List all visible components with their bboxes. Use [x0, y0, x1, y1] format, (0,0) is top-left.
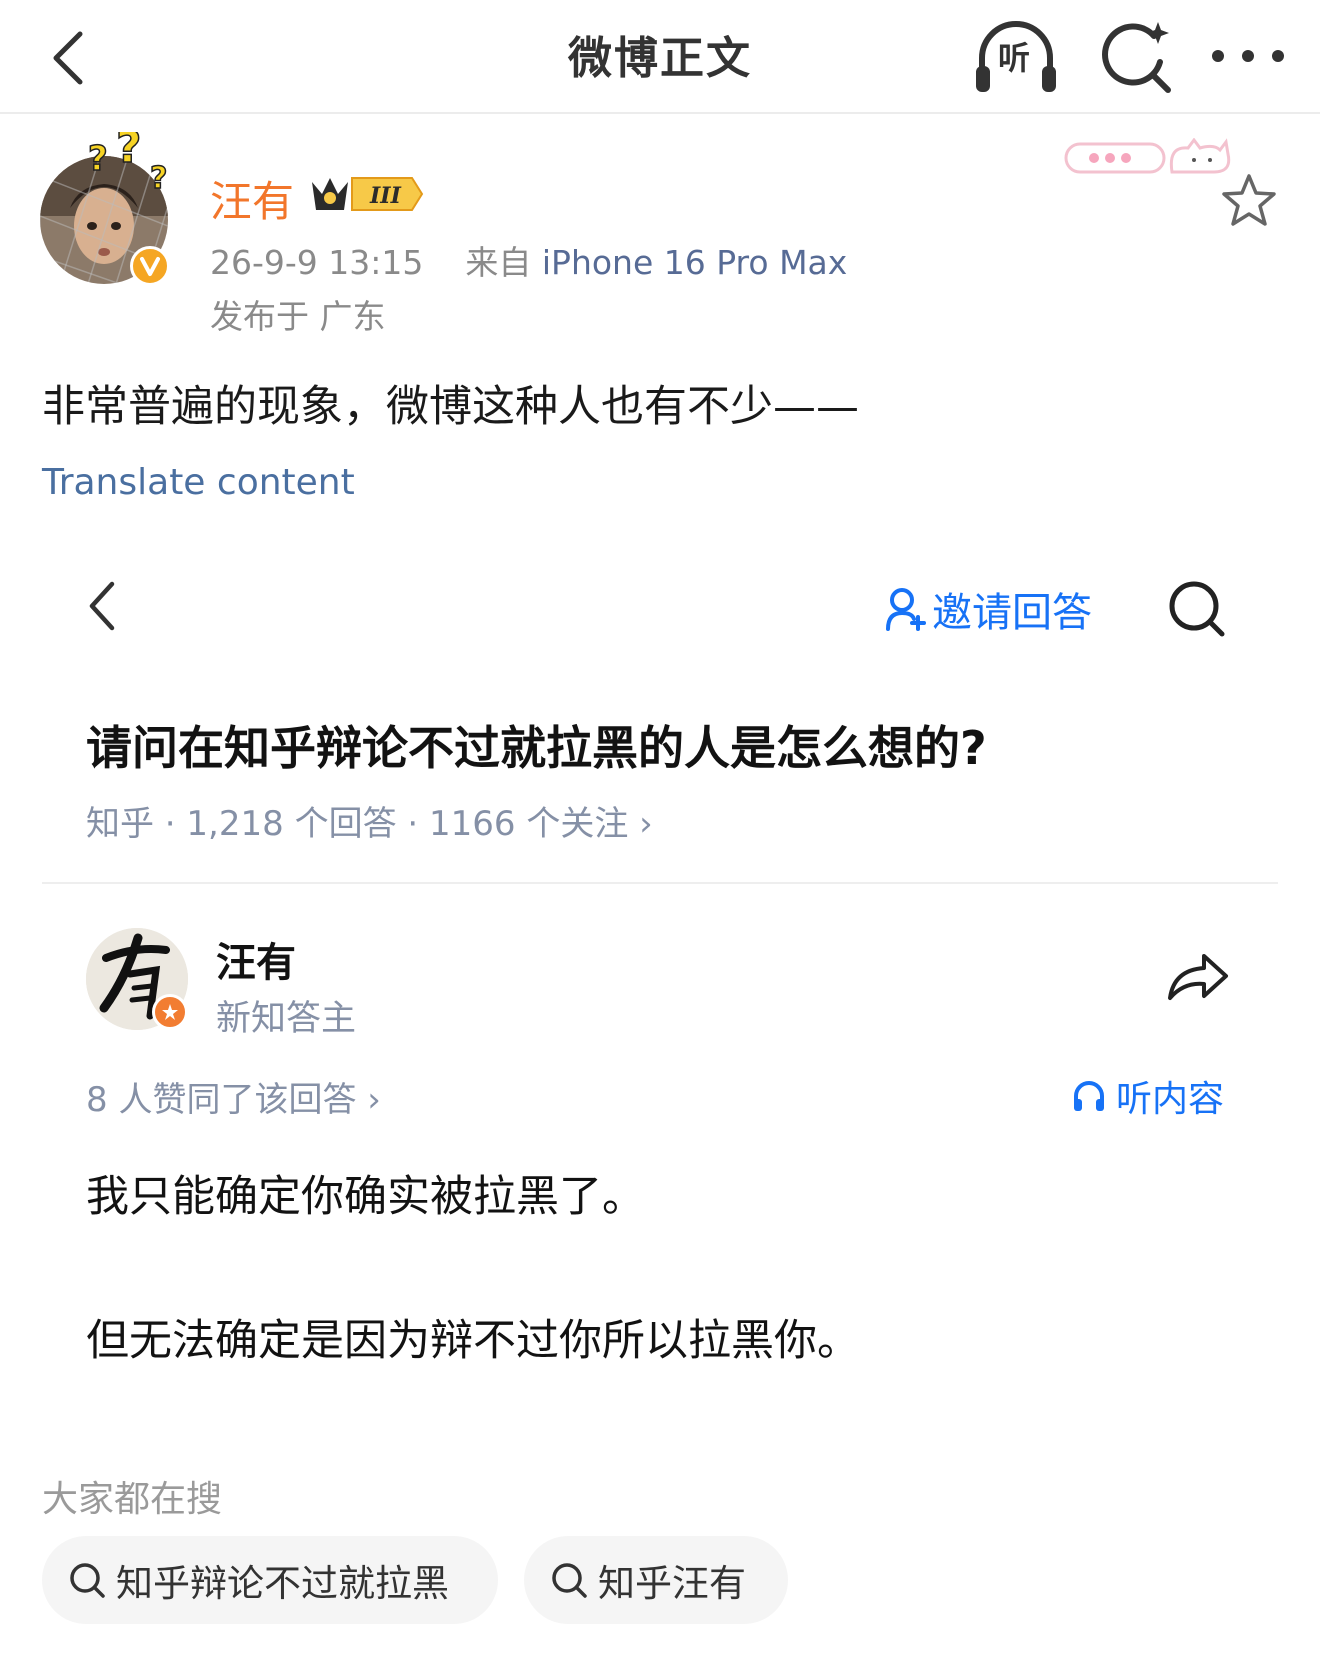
- invite-answer-label: 邀请回答: [932, 590, 1092, 636]
- embed-search-icon: [1169, 581, 1225, 637]
- headphones-icon: [1074, 1081, 1104, 1111]
- embed-answerer-name: 汪有: [216, 940, 296, 986]
- vip-level-text: III: [369, 183, 402, 209]
- author-avatar-block: ? ? ?: [40, 132, 180, 288]
- favorite-star-icon[interactable]: [1220, 172, 1278, 230]
- top-nav-bar: 微博正文 听: [0, 0, 1320, 114]
- listen-label: 听: [998, 39, 1031, 77]
- svg-text:?: ?: [88, 139, 108, 179]
- verified-v-icon: [130, 246, 170, 286]
- author-name[interactable]: 汪有: [210, 168, 294, 229]
- post-source-device[interactable]: iPhone 16 Pro Max: [542, 243, 847, 282]
- svg-text:?: ?: [116, 132, 142, 173]
- post-text: 非常普遍的现象，微博这种人也有不少——: [42, 382, 859, 432]
- embed-invite-answer: 邀请回答: [886, 584, 1092, 636]
- search-icon: [70, 1563, 105, 1598]
- post-meta: 26-9-9 13:15 来自 iPhone 16 Pro Max: [210, 236, 847, 284]
- trending-chip-label: 知乎辩论不过就拉黑: [116, 1562, 449, 1605]
- listen-content-label: 听内容: [1116, 1079, 1225, 1120]
- trending-search-chip[interactable]: 知乎汪有: [524, 1536, 788, 1624]
- svg-text:?: ?: [150, 161, 167, 196]
- embed-divider: [42, 882, 1278, 884]
- embed-question-meta: 知乎 · 1,218 个回答 · 1166 个关注 ›: [86, 804, 653, 844]
- post-timestamp: 26-9-9 13:15: [210, 243, 424, 282]
- search-icon[interactable]: [1092, 14, 1178, 100]
- embed-answerer-title: 新知答主: [216, 999, 357, 1039]
- question-marks-decoration-icon: ? ? ?: [87, 132, 168, 196]
- trending-chip-label: 知乎汪有: [598, 1562, 746, 1605]
- embed-vote-count: 8 人赞同了该回答 ›: [86, 1080, 381, 1120]
- post-location: 发布于 广东: [210, 297, 386, 336]
- trending-search-chip[interactable]: 知乎辩论不过就拉黑: [42, 1536, 498, 1624]
- share-arrow-icon: [1168, 954, 1228, 1000]
- sticker-decoration-icon: [1064, 138, 1231, 174]
- translate-link[interactable]: Translate content: [42, 462, 355, 503]
- source-prefix: 来自: [465, 243, 532, 282]
- embed-question-title: 请问在知乎辩论不过就拉黑的人是怎么想的?: [86, 721, 987, 775]
- more-options-icon[interactable]: [1196, 26, 1300, 86]
- search-icon: [552, 1563, 587, 1598]
- embed-answer-line-2: 但无法确定是因为辩不过你所以拉黑你。: [86, 1316, 860, 1366]
- invite-user-icon: [886, 588, 926, 631]
- embed-listen-content: 听内容: [1072, 1070, 1224, 1122]
- embed-chevron-left-icon: [89, 581, 115, 631]
- answerer-badge-icon: [152, 994, 188, 1030]
- vip-crown-badge-icon[interactable]: III: [308, 170, 426, 216]
- embed-answer-line-1: 我只能确定你确实被拉黑了。: [86, 1172, 645, 1222]
- trending-search-title: 大家都在搜: [42, 1479, 223, 1520]
